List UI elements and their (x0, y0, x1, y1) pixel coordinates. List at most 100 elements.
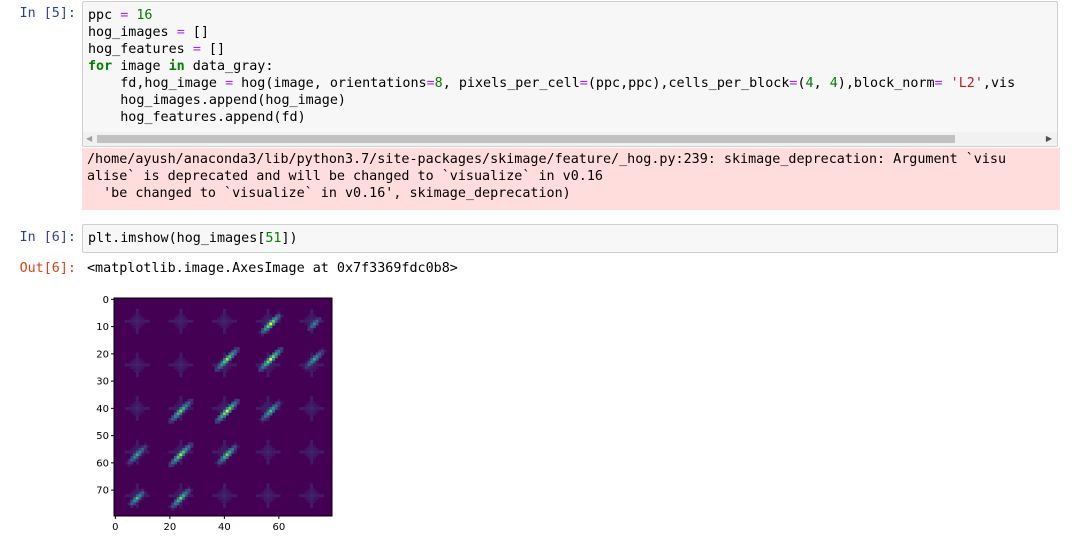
image-pixel (133, 360, 137, 364)
image-pixel (220, 325, 224, 329)
code-editor[interactable]: ppc = 16 hog_images = [] hog_features = []… (83, 2, 1057, 126)
image-pixel (321, 363, 325, 367)
code-line[interactable]: hog_features.append(fd) (83, 109, 1057, 126)
image-pixel (225, 317, 229, 321)
image-pixel (176, 360, 180, 364)
code-line[interactable]: hog_features = [] (83, 41, 1057, 58)
image-pixel (135, 327, 139, 331)
image-pixel (304, 409, 308, 413)
image-pixel (190, 319, 194, 323)
image-pixel (310, 417, 314, 421)
code-token: 16 (136, 8, 153, 23)
code-line[interactable]: ppc = 16 (83, 7, 1057, 24)
image-pixel (130, 409, 134, 413)
image-pixel (168, 417, 172, 421)
image-pixel (312, 366, 316, 370)
image-pixel (173, 461, 177, 465)
scroll-left-arrow-icon[interactable]: ◀ (86, 134, 92, 143)
image-pixel (318, 494, 322, 498)
image-pixel (135, 368, 139, 372)
image-pixel (182, 412, 186, 416)
image-pixel (220, 360, 224, 364)
image-pixel (143, 491, 147, 495)
image-pixel (312, 357, 316, 361)
image-pixel (182, 456, 186, 460)
image-pixel (228, 494, 232, 498)
image-pixel (223, 415, 227, 419)
image-pixel (138, 450, 142, 454)
image-pixel (184, 488, 188, 492)
image-pixel (304, 447, 308, 451)
image-pixel (315, 317, 319, 321)
image-pixel (223, 494, 227, 498)
image-pixel (310, 357, 314, 361)
image-pixel (176, 494, 180, 498)
image-pixel (146, 407, 150, 411)
image-pixel (127, 363, 131, 367)
image-pixel (179, 371, 183, 375)
image-pixel (179, 486, 183, 490)
image-pixel (179, 415, 183, 419)
image-pixel (171, 458, 175, 462)
image-pixel (135, 450, 139, 454)
image-pixel (176, 488, 180, 492)
image-pixel (143, 407, 147, 411)
image-pixel (225, 314, 229, 318)
image-pixel (277, 494, 281, 498)
y-tick-label: 40 (96, 404, 109, 415)
image-pixel (223, 398, 227, 402)
code-line[interactable]: for image in data_gray: (83, 58, 1057, 75)
image-pixel (182, 319, 186, 323)
image-pixel (263, 317, 267, 321)
scrollbar-thumb[interactable] (97, 135, 955, 143)
image-pixel (182, 360, 186, 364)
code-line[interactable]: hog_images = [] (83, 24, 1057, 41)
image-pixel (138, 314, 142, 318)
image-pixel (233, 347, 237, 351)
image-pixel (223, 327, 227, 331)
image-pixel (263, 327, 267, 331)
cell-5-input[interactable]: ppc = 16 hog_images = [] hog_features = []… (82, 1, 1058, 147)
image-pixel (236, 347, 240, 351)
code-line[interactable]: hog_images.append(hog_image) (83, 92, 1057, 109)
code-line[interactable]: fd,hog_image = hog(image, orientations=8… (83, 75, 1057, 92)
image-pixel (318, 363, 322, 367)
image-pixel (225, 401, 229, 405)
stderr-output: /home/ayush/anaconda3/lib/python3.7/site… (82, 148, 1060, 210)
image-pixel (266, 311, 270, 315)
image-pixel (277, 349, 281, 353)
image-pixel (179, 407, 183, 411)
image-pixel (179, 496, 183, 500)
image-pixel (266, 330, 270, 334)
code-editor[interactable]: plt.imshow(hog_images[51]) (83, 225, 1057, 247)
scroll-right-arrow-icon[interactable]: ▶ (1046, 134, 1052, 143)
code-token: 4 (829, 76, 838, 91)
image-pixel (223, 357, 227, 361)
image-pixel (228, 322, 232, 326)
image-pixel (135, 486, 139, 490)
image-pixel (312, 496, 316, 500)
image-pixel (269, 401, 273, 405)
image-pixel (176, 496, 180, 500)
image-pixel (228, 363, 232, 367)
image-pixel (179, 330, 183, 334)
image-pixel (176, 456, 180, 460)
image-pixel (231, 450, 235, 454)
image-pixel (272, 352, 276, 356)
image-pixel (135, 357, 139, 361)
code-line[interactable]: plt.imshow(hog_images[51]) (83, 230, 1057, 247)
image-pixel (212, 319, 216, 323)
image-pixel (214, 494, 218, 498)
image-pixel (304, 319, 308, 323)
image-pixel (135, 330, 139, 334)
cell-6-input[interactable]: plt.imshow(hog_images[51]) (82, 224, 1058, 253)
image-pixel (217, 494, 221, 498)
image-pixel (310, 409, 314, 413)
horizontal-scrollbar[interactable]: ◀ ▶ (83, 132, 1057, 146)
image-pixel (135, 458, 139, 462)
image-pixel (223, 314, 227, 318)
image-pixel (261, 450, 265, 454)
image-pixel (266, 415, 270, 419)
image-pixel (223, 483, 227, 487)
code-token: ( (797, 76, 806, 91)
